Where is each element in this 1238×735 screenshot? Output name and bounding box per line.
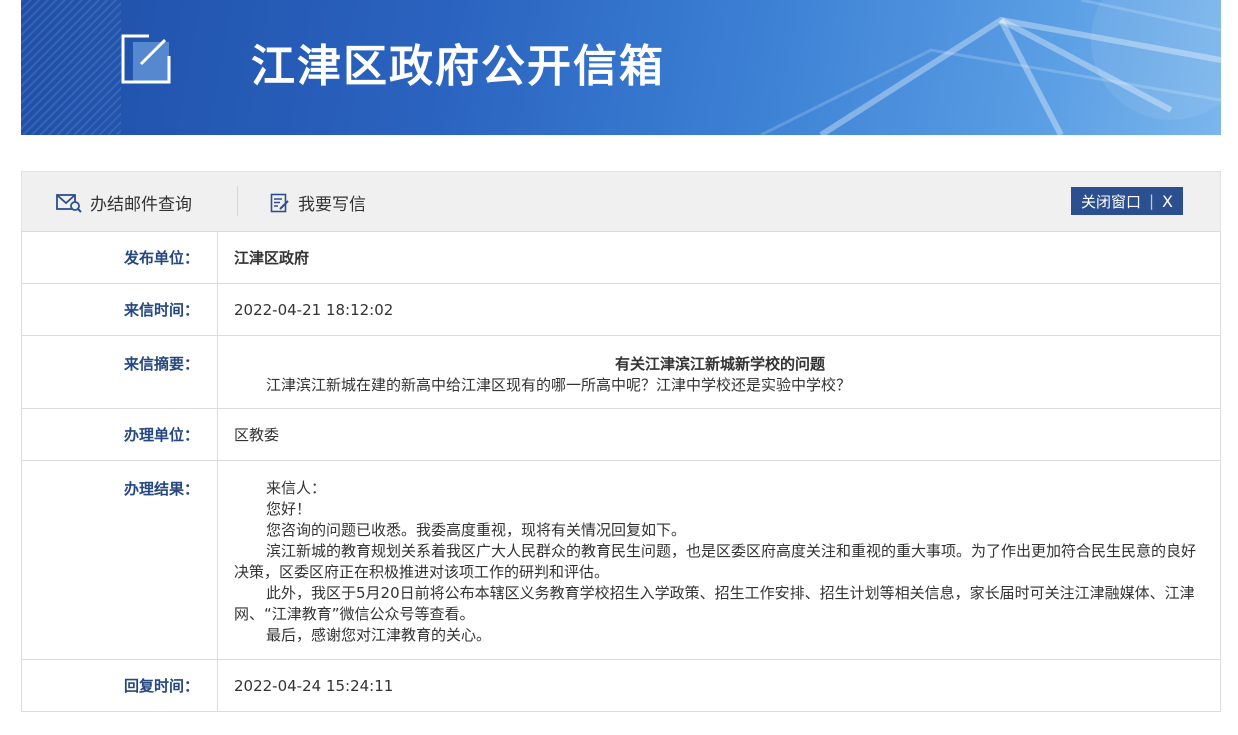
reply-time-label: 回复时间： <box>21 659 218 712</box>
close-separator: | <box>1148 192 1155 210</box>
result-paragraph: 最后，感谢您对江津教育的关心。 <box>266 626 492 644</box>
header-banner: 江津区政府公开信箱 <box>21 0 1221 135</box>
letter-detail-table: 发布单位： 江津区政府 来信时间： 2022-04-21 18:12:02 来信… <box>21 231 1221 712</box>
handler-label: 办理单位： <box>21 408 218 461</box>
result-paragraph: 来信人： <box>266 479 327 497</box>
summary-content: 江津滨江新城在建的新高中给江津区现有的哪一所高中呢？江津中学校还是实验中学校？ <box>266 376 852 394</box>
envelope-decoration-icon <box>760 0 1221 135</box>
close-window-label: 关闭窗口 <box>1080 192 1141 211</box>
reply-time-value: 2022-04-24 15:24:11 <box>217 659 1221 712</box>
received-time-value: 2022-04-21 18:12:02 <box>217 283 1221 336</box>
summary-label: 来信摘要： <box>21 335 218 409</box>
close-icon: X <box>1162 191 1173 211</box>
publisher-value: 江津区政府 <box>217 231 1221 284</box>
table-row: 办理结果： 来信人： 您好！ 您咨询的问题已收悉。我委高度重视，现将有关情况回复… <box>21 460 1221 660</box>
edit-logo-icon <box>121 34 171 84</box>
banner-stripes <box>21 0 121 135</box>
table-row: 办理单位： 区教委 <box>21 408 1221 461</box>
result-paragraph: 此外，我区于5月20日前将公布本辖区义务教育学校招生入学政策、招生工作安排、招生… <box>234 584 1195 623</box>
result-paragraph: 您好！ <box>266 500 312 518</box>
write-letter-icon <box>270 193 289 212</box>
received-time-label: 来信时间： <box>21 283 218 336</box>
result-label: 办理结果： <box>21 460 218 660</box>
result-cell: 来信人： 您好！ 您咨询的问题已收悉。我委高度重视，现将有关情况回复如下。 滨江… <box>217 460 1221 660</box>
handler-value: 区教委 <box>217 408 1221 461</box>
mail-search-icon <box>56 193 82 213</box>
result-paragraph: 滨江新城的教育规划关系着我区广大人民群众的教育民生问题，也是区委区府高度关注和重… <box>234 542 1197 581</box>
toolbar: 办结邮件查询 我要写信 关闭窗口 | X <box>21 171 1221 231</box>
write-letter-button[interactable]: 我要写信 <box>270 190 366 215</box>
write-letter-label: 我要写信 <box>298 195 366 215</box>
summary-title: 有关江津滨江新城新学校的问题 <box>614 355 825 373</box>
result-paragraph: 您咨询的问题已收悉。我委高度重视，现将有关情况回复如下。 <box>266 521 687 539</box>
publisher-label: 发布单位： <box>21 231 218 284</box>
close-window-button[interactable]: 关闭窗口 | X <box>1070 187 1183 215</box>
completed-mail-query-button[interactable]: 办结邮件查询 <box>56 190 192 215</box>
summary-cell: 有关江津滨江新城新学校的问题 江津滨江新城在建的新高中给江津区现有的哪一所高中呢… <box>217 335 1221 409</box>
page-title: 江津区政府公开信箱 <box>251 41 665 92</box>
table-row: 发布单位： 江津区政府 <box>21 231 1221 284</box>
toolbar-divider <box>237 186 238 216</box>
table-row: 回复时间： 2022-04-24 15:24:11 <box>21 659 1221 712</box>
table-row: 来信摘要： 有关江津滨江新城新学校的问题 江津滨江新城在建的新高中给江津区现有的… <box>21 335 1221 409</box>
completed-mail-query-label: 办结邮件查询 <box>90 195 192 215</box>
table-row: 来信时间： 2022-04-21 18:12:02 <box>21 283 1221 336</box>
